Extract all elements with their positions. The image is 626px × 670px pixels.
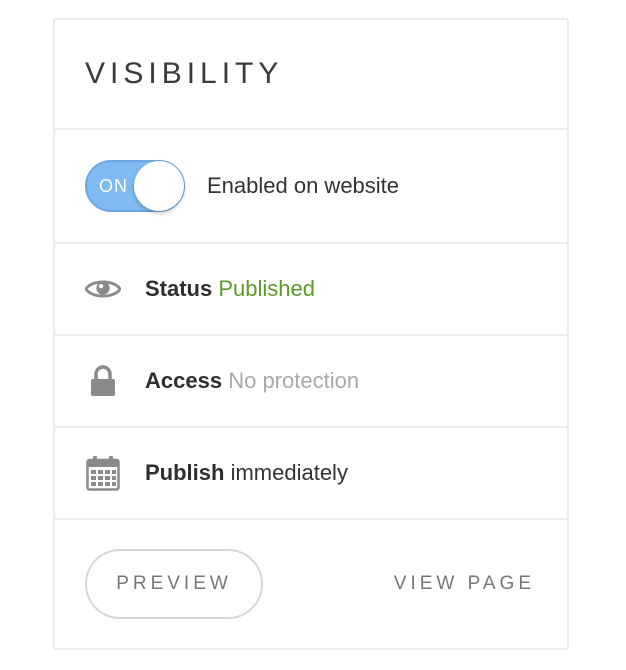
panel-header: VISIBILITY	[55, 20, 567, 130]
publish-text: Publish immediately	[145, 460, 348, 486]
publish-value: immediately	[230, 460, 348, 485]
status-text: Status Published	[145, 276, 315, 302]
access-value: No protection	[228, 368, 360, 393]
view-page-link[interactable]: VIEW PAGE	[394, 573, 535, 595]
access-row: Access No protection	[55, 336, 567, 428]
preview-button[interactable]: PREVIEW	[85, 549, 263, 619]
visibility-toggle-row: ON Enabled on website	[55, 130, 567, 244]
access-label: Access	[145, 368, 223, 393]
panel-footer: PREVIEW VIEW PAGE	[55, 520, 567, 648]
status-label: Status	[145, 276, 213, 301]
panel-title: VISIBILITY	[85, 57, 284, 90]
publish-label: Publish	[145, 460, 225, 485]
publish-row: Publish immediately	[55, 428, 567, 520]
visibility-panel: VISIBILITY ON Enabled on website Status …	[53, 18, 569, 650]
status-row: Status Published	[55, 244, 567, 336]
calendar-icon	[85, 455, 121, 491]
toggle-knob	[134, 161, 184, 211]
eye-icon	[85, 271, 121, 307]
enabled-toggle[interactable]: ON	[85, 160, 185, 212]
access-text: Access No protection	[145, 368, 359, 394]
lock-icon	[85, 363, 121, 399]
toggle-caption: Enabled on website	[207, 173, 400, 198]
toggle-state-label: ON	[99, 176, 128, 196]
status-value: Published	[218, 276, 316, 301]
